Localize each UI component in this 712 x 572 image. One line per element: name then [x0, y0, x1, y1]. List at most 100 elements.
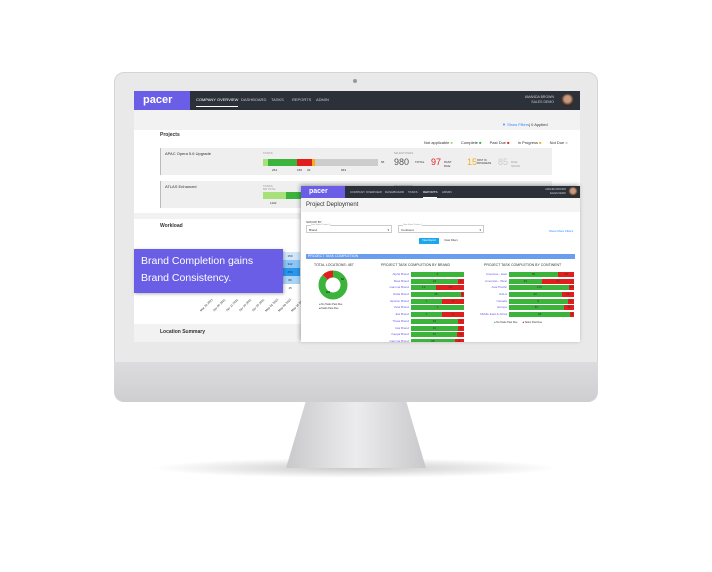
bar-row: Delta Brand 45 3	[379, 292, 464, 298]
bar-label: Gamma Brand	[389, 285, 409, 290]
donut-label-complete: 423	[326, 291, 331, 294]
user-info[interactable]: AMANDA BROWN SALES DEMO	[525, 95, 554, 105]
nav-dashboard[interactable]: DASHBOARD	[241, 97, 266, 102]
bar-ok: 23	[411, 278, 458, 284]
bar-label: Zeta Brand	[394, 305, 409, 310]
view-report-button[interactable]: View Report	[419, 238, 439, 244]
bar-label: Iota Brand	[395, 325, 409, 330]
nav-company-overview[interactable]: COMPANY OVERVIEW	[196, 97, 239, 107]
brand-callout: Brand Completion gains Brand Consistency…	[134, 249, 283, 293]
nav-tasks[interactable]: TASKS	[408, 190, 418, 194]
bar-ok: 48	[509, 312, 571, 318]
bar-ok: 54	[411, 318, 458, 324]
milestones-total: 980	[394, 157, 410, 167]
camera-icon	[353, 79, 357, 83]
bar-ok: 173	[509, 285, 570, 291]
date-axis: Mar 28 2021 Apr 04 2021 Apr 11 2021 Apr …	[198, 297, 308, 317]
bar-label: Americas - East	[485, 272, 507, 276]
pacer-logo[interactable]: pacer	[134, 91, 190, 110]
legend-item: ■ Tasks Past Due	[319, 307, 339, 310]
heat-cell: 342	[280, 260, 300, 268]
avatar[interactable]	[568, 187, 578, 197]
bar-past-due: 18	[557, 272, 574, 277]
total-label: TOTAL	[415, 160, 425, 164]
bar-row: Epsilon Brand 7 5	[379, 298, 464, 304]
bar-label: GALA	[498, 292, 507, 297]
workload-heatmap: 150 342 250 80 15	[280, 252, 300, 292]
bar-ok: 70	[411, 332, 458, 338]
clear-filters-button[interactable]: Clear Filters	[441, 238, 461, 244]
bar-legend: ■ No Tasks Past Due ■ Tasks Past Due	[494, 321, 542, 324]
section-header: PROJECT TASK COMPLETION	[306, 254, 575, 259]
bar-row: Canada 9 1	[477, 298, 574, 304]
avatar[interactable]	[561, 94, 574, 107]
milestones-past-due: 97	[431, 157, 442, 167]
past-due-label: PAST DUE	[444, 160, 452, 168]
milestones-label: MILESTONES	[394, 151, 414, 155]
group-select-2[interactable]: Continent ▾ Data Matrix Product 2	[398, 224, 484, 233]
show-filters-link[interactable]: ▼ Show Filters	[502, 122, 529, 127]
bar-past-due: 16	[563, 305, 574, 311]
show-filters-label: Show Filters	[507, 122, 530, 127]
user-info[interactable]: AMANDA BROWN SALES DEMO	[545, 188, 566, 196]
nav-tasks[interactable]: TASKS	[271, 97, 284, 102]
bar-label: Epsilon Brand	[390, 298, 409, 303]
bar-row: GALA 42 10	[477, 292, 574, 298]
bar-label: Americas - West	[485, 278, 507, 283]
select-value: Continent	[401, 228, 414, 232]
bar-past-due: 3	[457, 278, 464, 284]
bar-label: Kappa Brand	[391, 332, 409, 337]
bar-row: Gamma Brand 28 6	[379, 338, 464, 342]
callout-line-1: Brand Completion gains	[141, 255, 254, 267]
page-title: Project Deployment	[306, 202, 359, 208]
bar-label: Eta Brand	[395, 312, 409, 317]
bar-ok: 12	[411, 285, 437, 291]
nav-company-overview[interactable]: COMPANY OVERVIEW	[350, 190, 382, 194]
bar-ok: 45	[411, 292, 461, 298]
project-name: ATLAS Enhanced	[165, 184, 197, 189]
not-due-label: DUE SOON	[511, 160, 520, 168]
bar-end-count: 56	[381, 160, 385, 164]
bar-ok: 42	[509, 292, 562, 298]
bar-ok: 7	[411, 312, 442, 318]
bar-row: Americas - East 55 18	[477, 272, 574, 277]
heat-cell: 250	[280, 268, 300, 276]
status-legend: Not applicable ■ Complete ■ Past Due ■ I…	[424, 140, 568, 145]
heat-cell: 80	[280, 276, 300, 284]
nav-reports[interactable]: REPORTS	[292, 97, 311, 102]
project-card[interactable]: APAC Opera 5.6 Upgrade TASKS 56 264 156 …	[160, 148, 552, 175]
bar-ok: 6	[411, 272, 464, 277]
filters-applied: | 0 Applied	[529, 122, 548, 127]
bar-ok: 55	[509, 272, 558, 277]
bar-row: Zeta Brand 1	[379, 305, 464, 311]
bar-past-due: 3	[570, 312, 574, 318]
bar-past-due: 13	[569, 285, 574, 291]
complete-count: 264	[272, 168, 278, 172]
show-more-filters-link[interactable]: Show More Filters	[549, 229, 573, 233]
legend-not-due: Not Due ■	[549, 140, 568, 145]
bar-row: Kappa Brand 70 10	[379, 332, 464, 338]
group-select-1[interactable]: Brand ▾ Data Matrix Product 1	[306, 224, 392, 233]
bar-label: Gamma Brand	[389, 338, 409, 342]
continent-chart-title: PROJECT TASK COMPLETION BY CONTINENT	[484, 263, 562, 267]
bar-row: Beta Brand 23 3	[379, 278, 464, 284]
donut-chart: 42364	[318, 270, 348, 300]
milestones-in-progress: 15	[467, 157, 478, 167]
bar-ok: 23	[509, 278, 542, 284]
legend-item: ■ No Tasks Past Due	[494, 321, 518, 324]
nav-reports[interactable]: REPORTS	[423, 190, 438, 198]
not-due-count: 663	[341, 168, 347, 172]
bar-row: Eta Brand 7 5	[379, 312, 464, 318]
nav-admin[interactable]: ADMIN	[442, 190, 452, 194]
workload-title: Workload	[160, 223, 183, 229]
legend-past-due: Past Due ■	[489, 140, 510, 145]
overlay-nav: pacer COMPANY OVERVIEW DASHBOARD TASKS R…	[301, 186, 580, 198]
bar-label: Beta Brand	[393, 278, 409, 283]
filter-bar: ▼ Show Filters | 0 Applied	[134, 110, 580, 130]
total-locations: TOTAL LOCATIONS: 487	[314, 263, 354, 267]
nav-dashboard[interactable]: DASHBOARD	[385, 190, 404, 194]
nav-admin[interactable]: ADMIN	[316, 97, 329, 102]
donut-legend: ■ No Tasks Past Due ■ Tasks Past Due	[319, 303, 342, 311]
date-tick: Apr 11 2021	[224, 297, 240, 313]
pacer-logo[interactable]: pacer	[301, 186, 345, 198]
